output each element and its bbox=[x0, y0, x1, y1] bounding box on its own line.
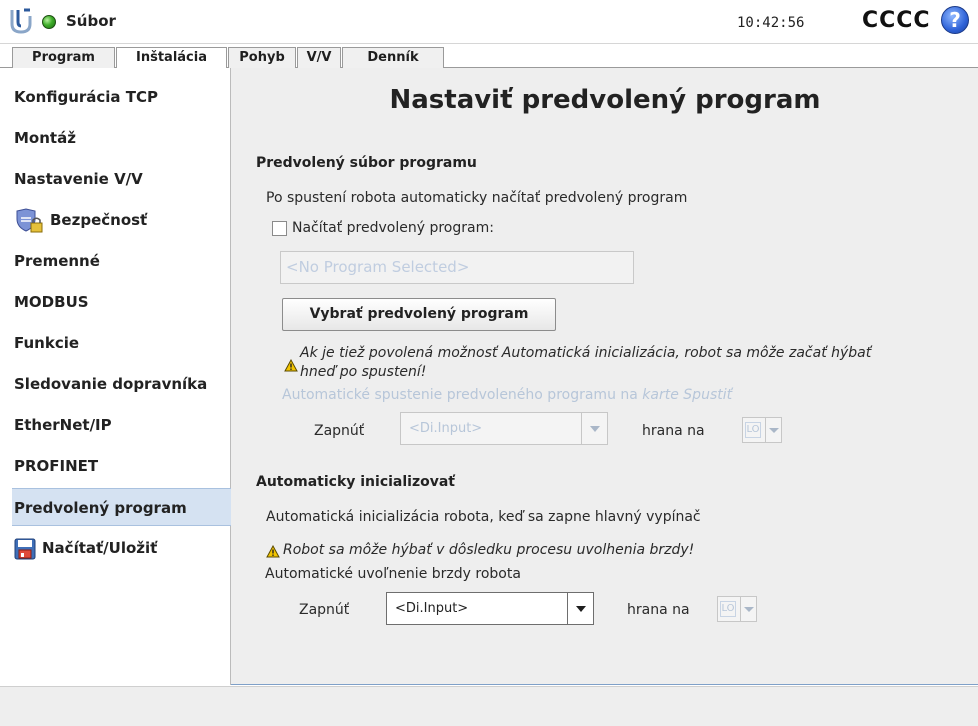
auto-init-edge-label: hrana na bbox=[627, 602, 690, 618]
autostart-input-dropdown: <Di.Input> bbox=[400, 412, 608, 445]
sidebar-item-mounting[interactable]: Montáž bbox=[12, 119, 231, 157]
tab-log[interactable]: Denník bbox=[342, 47, 444, 69]
load-default-program-checkbox[interactable] bbox=[272, 221, 287, 236]
sidebar-item-label: Bezpečnosť bbox=[50, 211, 148, 229]
auto-init-edge-value: LO bbox=[720, 601, 736, 617]
autostart-input-value: <Di.Input> bbox=[409, 421, 483, 436]
bottom-bar bbox=[0, 686, 978, 726]
autostart-edge-value: LO bbox=[745, 422, 761, 438]
sidebar-item-features[interactable]: Funkcie bbox=[12, 324, 231, 362]
auto-init-enable-label: Zapnúť bbox=[299, 602, 350, 618]
auto-init-input-dropdown[interactable]: <Di.Input> bbox=[386, 592, 594, 625]
autostart-edge-dropdown: LO bbox=[742, 417, 782, 443]
sidebar-item-profinet[interactable]: PROFINET bbox=[12, 447, 231, 485]
autostart-description: Automatické spustenie predvoleného progr… bbox=[282, 387, 733, 403]
sidebar-item-label: Predvolený program bbox=[14, 499, 187, 517]
sidebar-item-tcp-configuration[interactable]: Konfigurácia TCP bbox=[12, 78, 231, 116]
warning-icon bbox=[266, 545, 280, 558]
sidebar-item-label: EtherNet/IP bbox=[14, 416, 112, 434]
autostart-enable-label: Zapnúť bbox=[314, 423, 365, 439]
chevron-down-icon bbox=[765, 418, 781, 442]
sidebar-item-label: Načítať/Uložiť bbox=[42, 539, 158, 557]
ur-logo-icon[interactable] bbox=[10, 8, 32, 34]
default-program-description: Po spustení robota automaticky načítať p… bbox=[266, 190, 688, 206]
default-program-field: <No Program Selected> bbox=[280, 251, 634, 284]
sidebar-item-label: MODBUS bbox=[14, 293, 89, 311]
run-tab-reference: karte Spustiť bbox=[642, 387, 733, 403]
auto-init-warning-line-2: hneď po spustení! bbox=[300, 364, 427, 380]
sidebar-item-default-program[interactable]: Predvolený program bbox=[12, 488, 231, 526]
auto-init-input-value: <Di.Input> bbox=[395, 601, 469, 616]
sidebar-item-label: Nastavenie V/V bbox=[14, 170, 143, 188]
tab-io[interactable]: V/V bbox=[297, 47, 341, 69]
select-default-program-button[interactable]: Vybrať predvolený program bbox=[282, 298, 556, 331]
tab-move[interactable]: Pohyb bbox=[228, 47, 296, 69]
robot-name: CCCC bbox=[862, 8, 931, 33]
chevron-down-icon bbox=[581, 413, 607, 444]
sidebar-item-ethernet-ip[interactable]: EtherNet/IP bbox=[12, 406, 231, 444]
sidebar-item-label: Konfigurácia TCP bbox=[14, 88, 159, 106]
autostart-edge-label: hrana na bbox=[642, 423, 705, 439]
clock: 10:42:56 bbox=[737, 15, 805, 31]
main-tab-bar: Program Inštalácia Pohyb V/V Denník bbox=[0, 47, 978, 69]
sidebar-item-label: Funkcie bbox=[14, 334, 80, 352]
sidebar-item-label: Sledovanie dopravníka bbox=[14, 375, 208, 393]
brake-release-label: Automatické uvoľnenie brzdy robota bbox=[265, 566, 521, 582]
page-title: Nastaviť predvolený program bbox=[389, 85, 821, 115]
installation-sidebar: Konfigurácia TCP Montáž Nastavenie V/V B… bbox=[12, 68, 231, 685]
auto-init-description: Automatická inicializácia robota, keď sa… bbox=[266, 509, 701, 525]
auto-init-edge-dropdown: LO bbox=[717, 596, 757, 622]
sidebar-item-label: Montáž bbox=[14, 129, 76, 147]
sidebar-item-variables[interactable]: Premenné bbox=[12, 242, 231, 280]
auto-init-warning-line-1: Ak je tiež povolená možnosť Automatická … bbox=[300, 345, 872, 361]
sidebar-item-safety[interactable]: Bezpečnosť bbox=[12, 201, 231, 239]
file-menu[interactable]: Súbor bbox=[66, 12, 116, 30]
robot-status-indicator bbox=[42, 15, 56, 29]
tab-installation[interactable]: Inštalácia bbox=[116, 47, 227, 69]
sidebar-item-modbus[interactable]: MODBUS bbox=[12, 283, 231, 321]
sidebar-item-conveyor-tracking[interactable]: Sledovanie dopravníka bbox=[12, 365, 231, 403]
question-circle-icon[interactable]: ? bbox=[941, 6, 969, 34]
load-default-program-label[interactable]: Načítať predvolený program: bbox=[292, 220, 494, 236]
sidebar-item-io-setup[interactable]: Nastavenie V/V bbox=[12, 160, 231, 198]
sidebar-item-label: Premenné bbox=[14, 252, 100, 270]
floppy-disk-icon bbox=[14, 538, 36, 559]
sidebar-item-load-save[interactable]: Načítať/Uložiť bbox=[12, 529, 231, 567]
safety-shield-lock-icon bbox=[16, 207, 43, 232]
chevron-down-icon[interactable] bbox=[567, 593, 593, 624]
chevron-down-icon bbox=[740, 597, 756, 621]
section-heading-default-program-file: Predvolený súbor programu bbox=[256, 155, 477, 171]
brake-release-warning: Robot sa môže hýbať v dôsledku procesu u… bbox=[283, 542, 695, 558]
top-bar: Súbor 10:42:56 CCCC ? bbox=[0, 0, 978, 44]
section-heading-auto-initialize: Automaticky inicializovať bbox=[256, 474, 455, 490]
warning-icon bbox=[284, 359, 298, 372]
sidebar-item-label: PROFINET bbox=[14, 457, 99, 475]
tab-program[interactable]: Program bbox=[12, 47, 115, 69]
default-program-page: Nastaviť predvolený program Predvolený s… bbox=[232, 69, 978, 684]
